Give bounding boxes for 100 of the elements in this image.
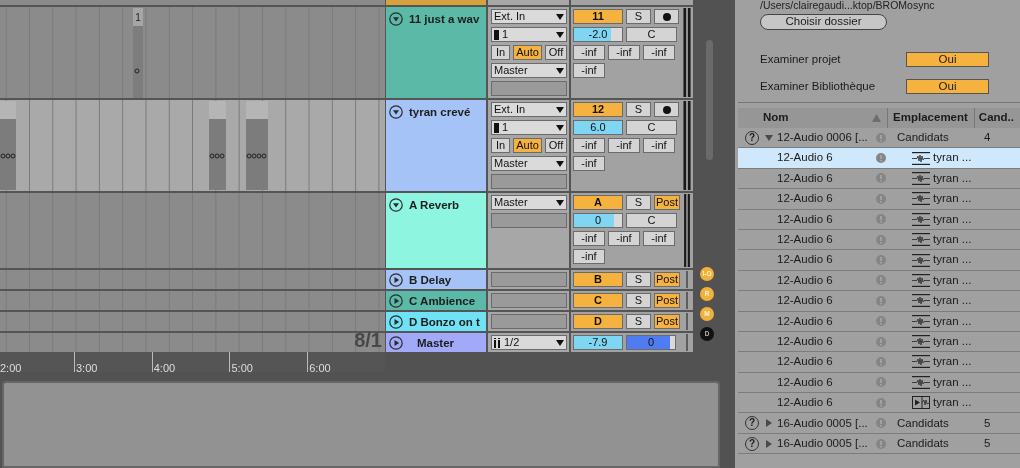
- track-header[interactable]: tyran crevé: [385, 100, 486, 191]
- track-header[interactable]: C Ambience: [385, 291, 486, 310]
- post-button[interactable]: Post: [654, 272, 680, 287]
- volume-slider[interactable]: -2.0: [573, 27, 623, 42]
- volume-slider[interactable]: 0: [626, 335, 676, 350]
- track-activator[interactable]: C: [573, 293, 623, 308]
- expand-arrow-icon[interactable]: [765, 439, 773, 448]
- volume-slider[interactable]: -7.9: [573, 335, 623, 350]
- monitor-button[interactable]: Off: [545, 138, 567, 153]
- caret-icon: [556, 160, 564, 167]
- solo-button[interactable]: S: [626, 314, 651, 329]
- monitor-button[interactable]: In: [491, 45, 510, 60]
- table-row[interactable]: 12-Audio 6 tyran ...: [738, 393, 1020, 414]
- solo-button[interactable]: S: [626, 293, 651, 308]
- table-row[interactable]: 12-Audio 6 tyran ...: [738, 189, 1020, 210]
- clip-icon: [912, 396, 930, 410]
- expand-toggle-icon[interactable]: [389, 198, 403, 212]
- monitor-button[interactable]: Auto: [513, 45, 542, 60]
- table-row[interactable]: 12-Audio 6 tyran ...: [738, 168, 1020, 190]
- monitor-button[interactable]: Auto: [513, 138, 542, 153]
- table-row[interactable]: 12-Audio 6 tyran ...: [738, 311, 1020, 332]
- monitor-button[interactable]: In: [491, 138, 510, 153]
- send-knob[interactable]: -inf: [608, 138, 640, 153]
- expand-toggle-icon[interactable]: [389, 335, 403, 350]
- waveform-icon: [912, 253, 930, 267]
- volume-slider[interactable]: 6.0: [573, 120, 623, 135]
- solo-button[interactable]: S: [626, 9, 651, 24]
- table-row[interactable]: 12-Audio 6 tyran ...: [738, 352, 1020, 373]
- send-knob[interactable]: -inf: [608, 45, 640, 60]
- column-header[interactable]: Nom: [763, 109, 789, 127]
- track-header[interactable]: B Delay: [385, 270, 486, 289]
- toggle-button[interactable]: Oui: [906, 79, 989, 94]
- send-knob[interactable]: -inf: [643, 138, 675, 153]
- arm-button[interactable]: [654, 102, 679, 117]
- expand-toggle-icon[interactable]: [389, 105, 403, 119]
- dropdown[interactable]: Master: [491, 195, 567, 210]
- table-row[interactable]: 12-Audio 6 tyran ...: [738, 209, 1020, 230]
- track-header[interactable]: D Bonzo on t: [385, 312, 486, 331]
- table-row[interactable]: ? 16-Audio 0005 [... Candidats 5: [738, 413, 1020, 434]
- expand-toggle-icon[interactable]: [389, 314, 403, 329]
- pan-control[interactable]: C: [626, 213, 677, 228]
- choose-folder-button[interactable]: Choisir dossier: [760, 14, 887, 30]
- track-header[interactable]: Master: [385, 333, 486, 352]
- send-knob[interactable]: -inf: [608, 231, 640, 246]
- table-row[interactable]: 12-Audio 6 tyran ...: [738, 250, 1020, 271]
- send-knob[interactable]: -inf: [573, 231, 605, 246]
- send-knob[interactable]: -inf: [573, 45, 605, 60]
- track-header[interactable]: 11 just a wav: [385, 7, 486, 98]
- arm-button[interactable]: [654, 9, 679, 24]
- solo-button[interactable]: S: [626, 272, 651, 287]
- expand-toggle-icon[interactable]: [389, 272, 403, 287]
- solo-button[interactable]: S: [626, 102, 651, 117]
- track-name: Master: [416, 335, 455, 350]
- expand-toggle-icon[interactable]: [389, 293, 403, 308]
- post-button[interactable]: Post: [654, 195, 680, 210]
- expand-toggle-icon[interactable]: [389, 12, 403, 26]
- monitor-button[interactable]: Off: [545, 45, 567, 60]
- warning-icon: [876, 275, 886, 286]
- dropdown[interactable]: 1: [491, 120, 567, 135]
- dropdown[interactable]: Master: [491, 156, 567, 171]
- warning-icon: [876, 418, 886, 429]
- track-header[interactable]: A Reverb: [385, 193, 486, 268]
- send-knob[interactable]: -inf: [573, 249, 605, 264]
- dropdown[interactable]: 1: [491, 27, 567, 42]
- post-button[interactable]: Post: [654, 314, 680, 329]
- table-row[interactable]: 12-Audio 6 tyran ...: [738, 331, 1020, 353]
- send-knob[interactable]: -inf: [573, 138, 605, 153]
- track-activator[interactable]: 11: [573, 9, 623, 24]
- location-text: tyran ...: [933, 150, 972, 166]
- waveform-icon: [912, 192, 930, 206]
- dropdown[interactable]: 1/2: [491, 335, 567, 350]
- scrollbar-thumb[interactable]: [706, 40, 713, 160]
- send-knob[interactable]: -inf: [643, 45, 675, 60]
- dropdown[interactable]: Master: [491, 63, 567, 78]
- toggle-button[interactable]: Oui: [906, 52, 989, 67]
- dropdown[interactable]: Ext. In: [491, 9, 567, 24]
- track-activator[interactable]: B: [573, 272, 623, 287]
- column-header[interactable]: Cand..: [973, 108, 1020, 128]
- table-row[interactable]: 12-Audio 6 tyran ...: [738, 229, 1020, 251]
- volume-slider[interactable]: 0: [573, 213, 623, 228]
- track-activator[interactable]: A: [573, 195, 623, 210]
- track-activator[interactable]: 12: [573, 102, 623, 117]
- track-activator[interactable]: D: [573, 314, 623, 329]
- expand-arrow-icon[interactable]: [765, 133, 773, 142]
- send-knob[interactable]: -inf: [643, 231, 675, 246]
- table-row[interactable]: 12-Audio 6 tyran ...: [738, 148, 1020, 169]
- warning-icon: [876, 295, 886, 306]
- table-row[interactable]: ? 16-Audio 0005 [... Candidats 5: [738, 433, 1020, 455]
- send-knob[interactable]: -inf: [573, 63, 605, 78]
- send-knob[interactable]: -inf: [573, 156, 605, 171]
- post-button[interactable]: Post: [654, 293, 680, 308]
- pan-control[interactable]: C: [626, 27, 677, 42]
- table-row[interactable]: 12-Audio 6 tyran ...: [738, 372, 1020, 394]
- solo-button[interactable]: S: [626, 195, 651, 210]
- column-header[interactable]: Emplacement: [887, 108, 974, 128]
- table-row[interactable]: 12-Audio 6 tyran ...: [738, 270, 1020, 292]
- table-row[interactable]: 12-Audio 6 tyran ...: [738, 291, 1020, 312]
- pan-control[interactable]: C: [626, 120, 677, 135]
- dropdown[interactable]: Ext. In: [491, 102, 567, 117]
- expand-arrow-icon[interactable]: [765, 419, 773, 428]
